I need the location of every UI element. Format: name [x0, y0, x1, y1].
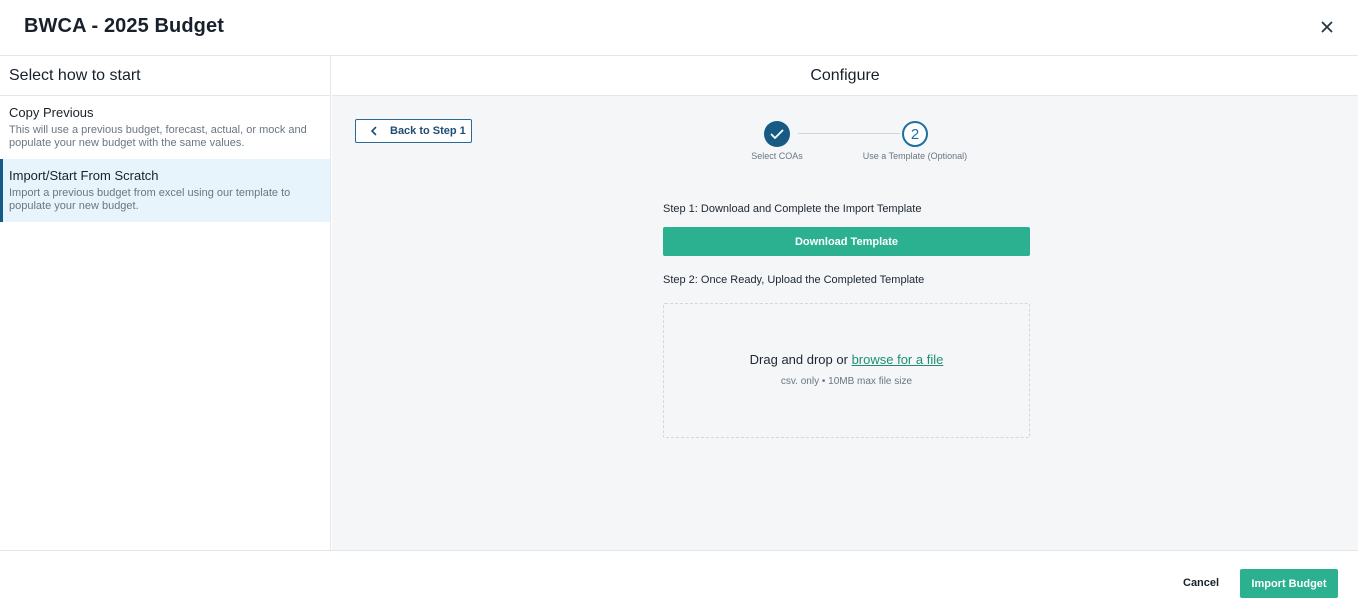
modal-footer: Cancel Import Budget: [0, 550, 1358, 612]
dropzone-hint: csv. only • 10MB max file size: [780, 376, 913, 387]
configure-panel: Configure Back to Step 1 Select COAs 2 U…: [332, 56, 1358, 550]
dropzone-text: Drag and drop or browse for a file: [664, 352, 1029, 367]
close-icon[interactable]: [1318, 18, 1336, 36]
modal-title: BWCA - 2025 Budget: [24, 15, 224, 37]
option-description: Import a previous budget from excel usin…: [9, 187, 291, 212]
file-dropzone[interactable]: Drag and drop or browse for a file csv. …: [663, 303, 1030, 438]
back-to-step-1-button[interactable]: Back to Step 1: [355, 119, 472, 143]
option-description: This will use a previous budget, forecas…: [9, 124, 307, 149]
import-budget-button[interactable]: Import Budget: [1240, 569, 1338, 598]
option-import-from-scratch[interactable]: Import/Start From Scratch Import a previ…: [0, 159, 330, 222]
import-content: Step 1: Download and Complete the Import…: [663, 153, 1030, 438]
option-title: Copy Previous: [9, 105, 94, 120]
configure-heading: Configure: [332, 56, 1358, 96]
back-button-label: Back to Step 1: [390, 125, 466, 137]
browse-file-link[interactable]: browse for a file: [852, 352, 944, 367]
cancel-button[interactable]: Cancel: [1183, 577, 1219, 589]
step2-instruction: Step 2: Once Ready, Upload the Completed…: [663, 274, 925, 286]
check-icon: [764, 121, 790, 147]
start-options-panel: Select how to start Copy Previous This w…: [0, 56, 331, 550]
option-copy-previous[interactable]: Copy Previous This will use a previous b…: [0, 96, 330, 159]
chevron-left-icon: [370, 126, 380, 136]
step-number: 2: [902, 121, 928, 147]
modal-header: BWCA - 2025 Budget: [0, 0, 1358, 56]
step1-instruction: Step 1: Download and Complete the Import…: [663, 203, 922, 215]
panel-heading: Select how to start: [0, 56, 330, 96]
download-template-button[interactable]: Download Template: [663, 227, 1030, 256]
dropzone-prefix: Drag and drop or: [749, 352, 852, 367]
option-title: Import/Start From Scratch: [9, 168, 159, 183]
